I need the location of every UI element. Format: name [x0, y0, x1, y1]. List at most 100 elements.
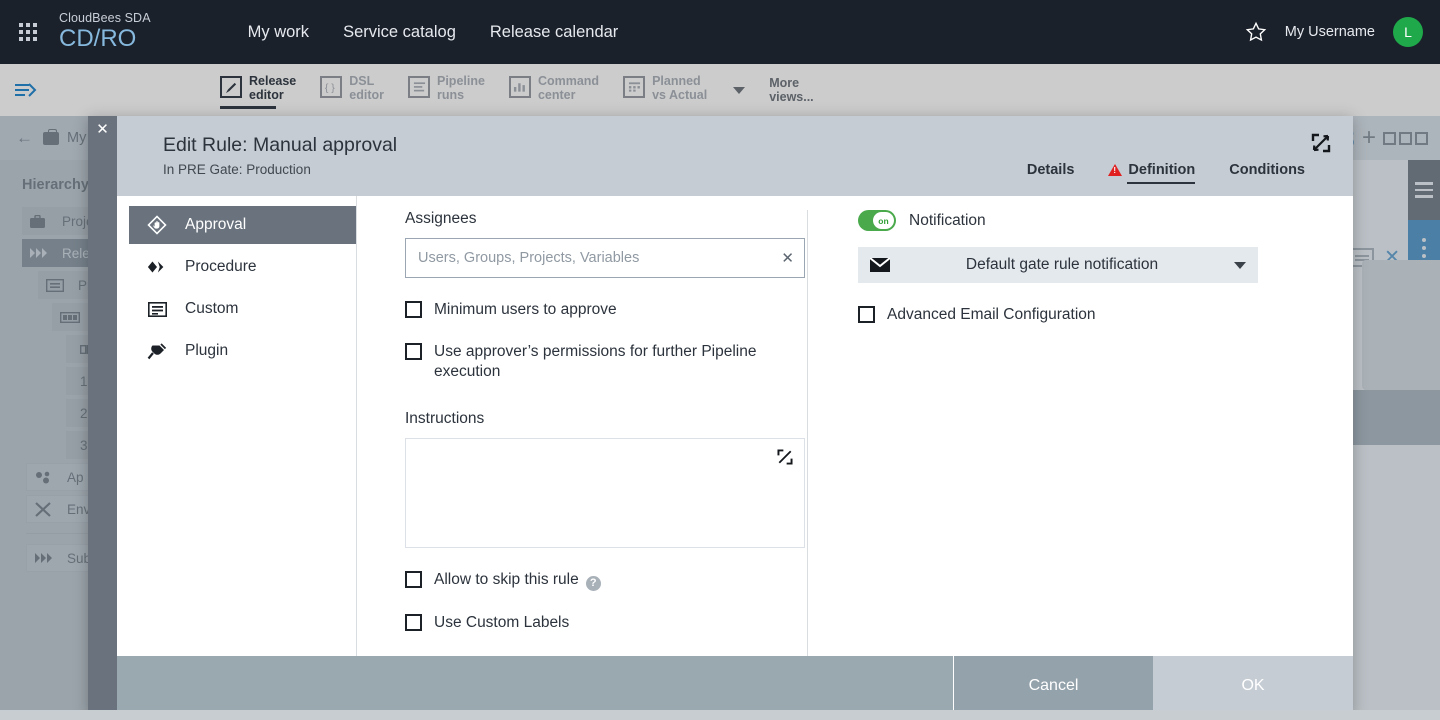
nav-release-calendar[interactable]: Release calendar: [490, 23, 618, 42]
sidebar-item-approval[interactable]: Approval: [129, 206, 356, 244]
star-outline-icon[interactable]: [1245, 21, 1267, 43]
tab-label: Definition: [1128, 162, 1195, 178]
dialog-content: Approval Procedure Custom: [117, 196, 1353, 656]
approver-permissions-label: Use approver’s permissions for further P…: [434, 342, 779, 382]
window-footer-strip: [0, 710, 1440, 720]
sidebar-item-plugin[interactable]: Plugin: [129, 332, 356, 370]
close-icon[interactable]: ✕: [96, 122, 109, 137]
sidebar-item-label: Approval: [185, 216, 246, 234]
toggle-knob: on: [873, 212, 894, 229]
envelope-icon: [870, 258, 890, 272]
nav-my-work[interactable]: My work: [248, 23, 309, 42]
username-label[interactable]: My Username: [1285, 24, 1375, 40]
view-switcher-bar: Releaseeditor { } DSLeditor Pipelineruns…: [0, 64, 1440, 116]
instructions-textarea[interactable]: [405, 438, 805, 548]
chevron-down-icon[interactable]: [1234, 262, 1246, 269]
instructions-label: Instructions: [405, 410, 807, 428]
rule-type-sidebar: Approval Procedure Custom: [117, 196, 357, 656]
plugin-plug-icon: [147, 342, 167, 360]
advanced-email-row[interactable]: Advanced Email Configuration: [858, 305, 1353, 325]
min-users-label: Minimum users to approve: [434, 300, 617, 320]
list-lines-icon: [408, 76, 430, 98]
tab-label: Releaseeditor: [249, 75, 296, 102]
notification-toggle-row[interactable]: on Notification: [858, 210, 1353, 231]
custom-labels-row[interactable]: Use Custom Labels: [405, 613, 807, 633]
dialog-footer: Cancel OK: [117, 656, 1353, 716]
approver-permissions-checkbox[interactable]: [405, 343, 422, 360]
min-users-row[interactable]: Minimum users to approve: [405, 300, 807, 320]
global-header: CloudBees SDA CD/RO My work Service cata…: [0, 0, 1440, 64]
approval-settings-column: Assignees Users, Groups, Projects, Varia…: [357, 210, 807, 656]
tab-label: Details: [1027, 162, 1075, 178]
tab-details[interactable]: Details: [1027, 162, 1075, 184]
tab-release-editor[interactable]: Releaseeditor: [220, 75, 296, 105]
primary-nav: My work Service catalog Release calendar: [248, 23, 619, 42]
sidebar-item-procedure[interactable]: Procedure: [129, 248, 356, 286]
approver-permissions-row[interactable]: Use approver’s permissions for further P…: [405, 342, 807, 382]
edit-rule-dialog: ✕ Edit Rule: Manual approval In PRE Gate…: [88, 116, 1353, 716]
custom-list-icon: [147, 302, 167, 317]
notification-toggle[interactable]: on: [858, 210, 896, 231]
custom-labels-label: Use Custom Labels: [434, 613, 569, 633]
sidebar-item-label: Plugin: [185, 342, 228, 360]
procedure-diamond-arrow-icon: [147, 260, 167, 274]
tab-conditions[interactable]: Conditions: [1229, 162, 1305, 184]
definition-form: Assignees Users, Groups, Projects, Varia…: [357, 196, 1353, 656]
clear-x-icon[interactable]: ✕: [781, 249, 794, 267]
svg-text:{ }: { }: [325, 82, 335, 94]
brand-module: CD/RO: [59, 26, 151, 51]
tab-label: DSLeditor: [349, 75, 384, 102]
avatar[interactable]: L: [1393, 17, 1423, 47]
tab-planned-vs-actual[interactable]: Plannedvs Actual: [623, 75, 707, 105]
braces-icon: { }: [320, 76, 342, 98]
collapse-sidebar-icon[interactable]: [14, 80, 40, 100]
advanced-email-label: Advanced Email Configuration: [887, 305, 1096, 325]
sidebar-item-label: Custom: [185, 300, 238, 318]
tab-dsl-editor[interactable]: { } DSLeditor: [320, 75, 384, 105]
header-actions: My Username L: [1245, 17, 1440, 47]
view-tabs: Releaseeditor { } DSLeditor Pipelineruns…: [220, 75, 814, 105]
cancel-button[interactable]: Cancel: [953, 656, 1153, 716]
dialog-header: Edit Rule: Manual approval In PRE Gate: …: [117, 116, 1353, 196]
dialog-title: Edit Rule: Manual approval: [163, 134, 1353, 157]
brand-logo[interactable]: CloudBees SDA CD/RO: [59, 12, 151, 51]
approval-hand-diamond-icon: [147, 215, 167, 235]
expand-diagonal-icon[interactable]: [1310, 132, 1332, 154]
assignees-input[interactable]: Users, Groups, Projects, Variables: [418, 250, 781, 266]
tab-label: Conditions: [1229, 162, 1305, 178]
tab-pipeline-runs[interactable]: Pipelineruns: [408, 75, 485, 105]
ok-button[interactable]: OK: [1153, 656, 1353, 716]
sidebar-item-label: Procedure: [185, 258, 257, 276]
notification-template-select[interactable]: Default gate rule notification: [858, 247, 1258, 283]
chevron-down-icon[interactable]: [733, 87, 745, 94]
tab-command-center[interactable]: Commandcenter: [509, 75, 599, 105]
assignees-field[interactable]: Users, Groups, Projects, Variables ✕: [405, 238, 805, 278]
advanced-email-checkbox[interactable]: [858, 306, 875, 323]
allow-skip-checkbox[interactable]: [405, 571, 422, 588]
notification-label: Notification: [909, 212, 986, 230]
more-views-button[interactable]: Moreviews...: [769, 77, 813, 104]
pencil-icon: [220, 76, 242, 98]
dialog-body: Edit Rule: Manual approval In PRE Gate: …: [117, 116, 1353, 716]
assignees-label: Assignees: [405, 210, 807, 228]
expand-diagonal-icon[interactable]: [776, 448, 794, 466]
allow-skip-label: Allow to skip this rule?: [434, 570, 601, 591]
apps-grid-icon[interactable]: [19, 23, 37, 41]
tab-definition[interactable]: Definition: [1108, 162, 1195, 184]
notification-column: on Notification Default gate rule notifi…: [807, 210, 1353, 656]
min-users-checkbox[interactable]: [405, 301, 422, 318]
dialog-close-strip[interactable]: ✕: [88, 116, 117, 716]
bar-chart-icon: [509, 76, 531, 98]
allow-skip-row[interactable]: Allow to skip this rule?: [405, 570, 807, 591]
sidebar-item-custom[interactable]: Custom: [129, 290, 356, 328]
tab-label: Commandcenter: [538, 75, 599, 102]
dialog-tabs: Details Definition Conditions: [1027, 162, 1305, 184]
selected-template-label: Default gate rule notification: [890, 256, 1234, 274]
warning-triangle-icon: [1108, 164, 1122, 176]
help-circle-icon[interactable]: ?: [586, 576, 601, 591]
nav-service-catalog[interactable]: Service catalog: [343, 23, 456, 42]
tab-label: Pipelineruns: [437, 75, 485, 102]
custom-labels-checkbox[interactable]: [405, 614, 422, 631]
calendar-grid-icon: [623, 76, 645, 98]
brand-product: CloudBees SDA: [59, 12, 151, 25]
